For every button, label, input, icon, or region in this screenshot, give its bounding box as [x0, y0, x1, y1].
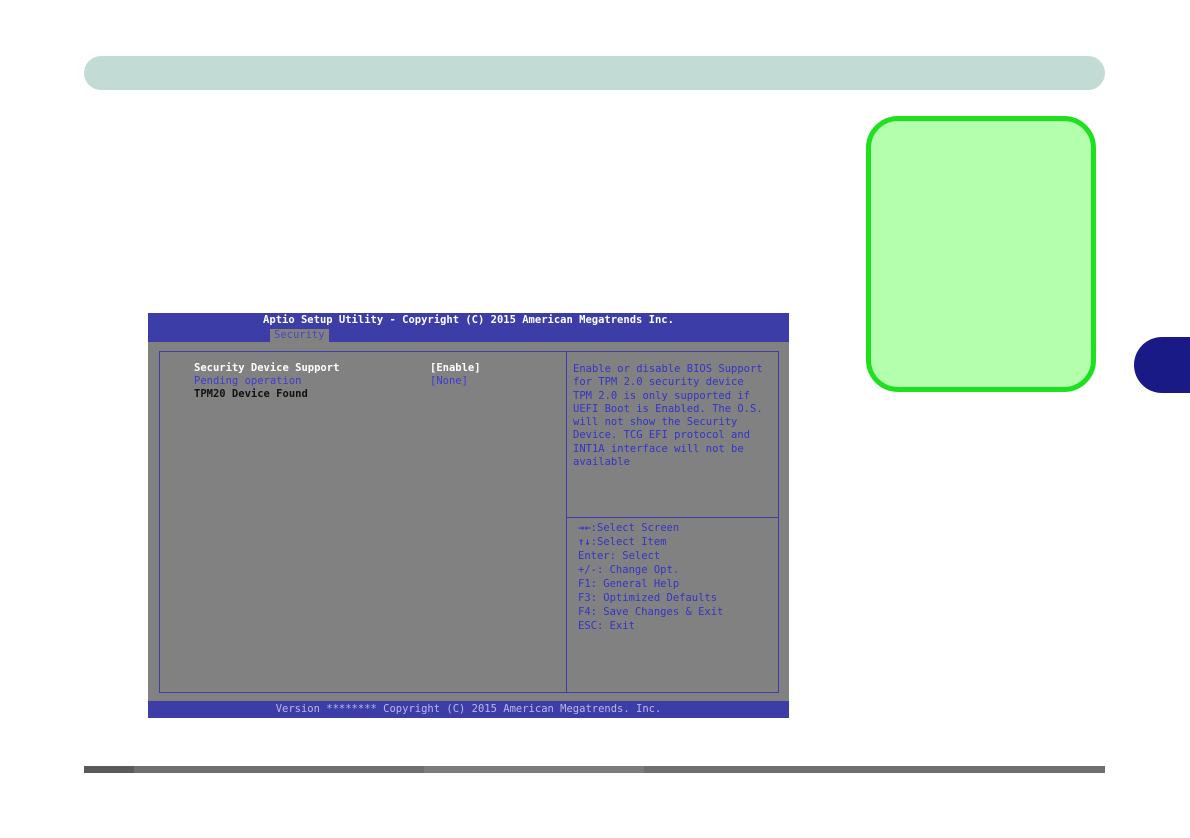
tpm20-device-found-label: TPM20 Device Found: [194, 388, 308, 400]
bios-version: Version ******** Copyright (C) 2015 Amer…: [275, 703, 662, 715]
key-select-screen: →←:Select Screen: [578, 521, 778, 535]
note-box: [866, 116, 1096, 392]
key-esc-exit: ESC: Exit: [578, 620, 635, 632]
option-pending-operation-label[interactable]: Pending operation: [194, 375, 301, 388]
bios-help-divider: [567, 517, 778, 518]
key-enter-select: Enter: Select: [578, 550, 661, 562]
page-header-bar: [84, 56, 1105, 90]
key-general-help: F1: General Help: [578, 578, 680, 590]
bios-help-text: Enable or disable BIOS Support for TPM 2…: [573, 363, 763, 469]
chapter-tab: [1134, 337, 1190, 393]
bios-key-legend: →←:Select Screen ↑↓:Select Item Enter: S…: [578, 521, 778, 633]
bios-screenshot: Aptio Setup Utility - Copyright (C) 2015…: [148, 313, 789, 718]
key-legend-text: :Select Screen: [590, 522, 680, 534]
option-pending-operation-value[interactable]: [None]: [430, 375, 468, 388]
page-footer-rule: [84, 766, 1105, 773]
bios-title: Aptio Setup Utility - Copyright (C) 2015…: [263, 314, 674, 326]
key-save-exit: F4: Save Changes & Exit: [578, 606, 724, 618]
option-security-device-support-label[interactable]: Security Device Support: [194, 362, 339, 375]
bios-status-bar: Version ******** Copyright (C) 2015 Amer…: [148, 701, 789, 718]
bios-panel-divider: [566, 351, 567, 693]
left-right-arrows-icon: →←: [578, 522, 591, 534]
footer-rule-shade: [424, 766, 644, 773]
key-select-item: ↑↓:Select Item: [578, 535, 778, 549]
key-legend-text: :Select Item: [590, 536, 667, 548]
key-optimized-defaults: F3: Optimized Defaults: [578, 592, 718, 604]
footer-rule-shade: [84, 766, 134, 773]
up-down-arrows-icon: ↑↓: [578, 536, 591, 548]
option-security-device-support-value[interactable]: [Enable]: [430, 362, 481, 375]
key-change-opt: +/-: Change Opt.: [578, 564, 680, 576]
tab-security[interactable]: Security: [270, 329, 329, 342]
bios-title-bar: Aptio Setup Utility - Copyright (C) 2015…: [148, 313, 789, 342]
